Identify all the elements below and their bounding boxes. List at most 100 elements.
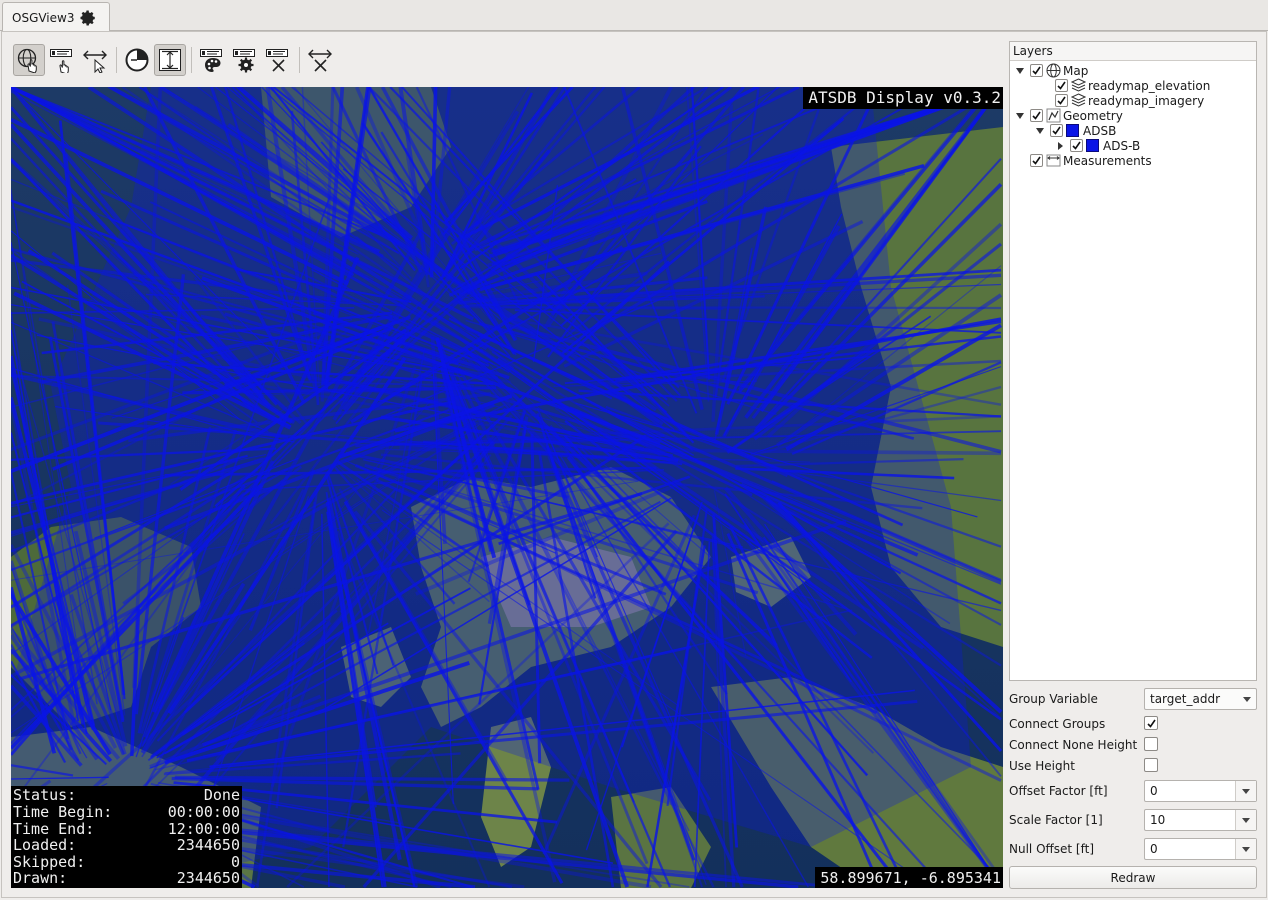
layers-icon: [1071, 93, 1086, 108]
offset-factor-input[interactable]: 0: [1144, 779, 1257, 802]
toolbar: [13, 44, 337, 76]
satellite-map[interactable]: [11, 87, 1003, 888]
status-row: Time End: 12:00:00: [13, 819, 240, 838]
null-offset-input[interactable]: 0: [1144, 837, 1257, 860]
gear-icon[interactable]: [79, 9, 97, 27]
collapsed-arrow-icon[interactable]: [1055, 141, 1065, 151]
offset-factor-row: Offset Factor [ft] 0: [1009, 779, 1257, 802]
settings-button[interactable]: [229, 44, 261, 76]
use-height-checkbox[interactable]: [1144, 758, 1158, 772]
cursor-coordinates: 58.899671, -6.895341: [815, 867, 1003, 888]
clear-label-icon: [266, 49, 288, 72]
expand-arrow-icon[interactable]: [1015, 66, 1025, 76]
tree-item-readymap-elevation[interactable]: readymap_elevation: [1055, 78, 1210, 93]
tree-item-measurements[interactable]: Measurements: [1030, 153, 1152, 168]
tree-item-label: Measurements: [1063, 153, 1152, 168]
measure-cursor-icon: [83, 50, 107, 73]
redraw-button[interactable]: Redraw: [1009, 866, 1257, 889]
status-row: Skipped: 0: [13, 852, 240, 871]
connect-none-height-label: Connect None Height: [1009, 737, 1138, 752]
checkbox-adsb[interactable]: [1050, 124, 1063, 137]
toolbar-separator: [116, 47, 117, 73]
globe-icon: [1046, 63, 1061, 78]
style-button[interactable]: [196, 44, 228, 76]
connect-none-height-row: Connect None Height: [1009, 733, 1257, 756]
tab-label: OSGView3: [12, 10, 75, 25]
geometry-icon: [1046, 108, 1061, 123]
connect-groups-row: Connect Groups: [1009, 712, 1257, 735]
connect-groups-checkbox[interactable]: [1144, 716, 1158, 730]
null-offset-row: Null Offset [ft] 0: [1009, 837, 1257, 860]
chevron-down-icon: [1243, 696, 1251, 702]
connect-none-height-checkbox[interactable]: [1144, 737, 1158, 751]
group-variable-select[interactable]: target_addr: [1144, 687, 1257, 710]
navigate-button[interactable]: [13, 44, 45, 76]
chevron-down-icon: [1242, 846, 1250, 852]
layers-header: Layers: [1010, 42, 1256, 61]
clear-labels-button[interactable]: [262, 44, 294, 76]
tree-item-geometry[interactable]: Geometry: [1015, 108, 1123, 123]
tree-item-ads-b[interactable]: ADS-B: [1055, 138, 1140, 153]
status-row: Loaded: 2344650: [13, 836, 240, 855]
scale-factor-label: Scale Factor [1]: [1009, 812, 1103, 827]
map-viewport[interactable]: ATSDB Display v0.3.2 58.899671, -6.89534…: [11, 87, 1003, 888]
expand-arrow-icon[interactable]: [1015, 111, 1025, 121]
spin-down-button[interactable]: [1235, 838, 1256, 859]
checkbox-ads-b[interactable]: [1070, 139, 1083, 152]
status-row: Drawn: 2344650: [13, 869, 240, 888]
status-row: Time Begin: 00:00:00: [13, 803, 240, 822]
chevron-down-icon: [1242, 817, 1250, 823]
tree-item-adsb[interactable]: ADSB: [1035, 123, 1116, 138]
color-swatch: [1066, 124, 1079, 137]
time-filter-button[interactable]: [121, 44, 153, 76]
tree-item-label: ADS-B: [1103, 138, 1141, 153]
spin-down-button[interactable]: [1235, 780, 1256, 801]
checkbox-elevation[interactable]: [1055, 79, 1068, 92]
tree-item-label: Geometry: [1063, 108, 1123, 123]
track-line: [502, 306, 1002, 310]
height-toggle-button[interactable]: [154, 44, 186, 76]
checkbox-measurements[interactable]: [1030, 154, 1043, 167]
scale-factor-row: Scale Factor [1] 10: [1009, 808, 1257, 831]
gear-icon: [233, 49, 255, 73]
chevron-down-icon: [1242, 788, 1250, 794]
tree-item-label: ADSB: [1083, 123, 1117, 138]
clear-measure-icon: [308, 49, 332, 72]
spin-down-button[interactable]: [1235, 809, 1256, 830]
expand-arrow-icon[interactable]: [1035, 126, 1045, 136]
toolbar-separator: [191, 47, 192, 73]
tab-bar: OSGView3: [0, 0, 1268, 32]
connect-groups-label: Connect Groups: [1009, 716, 1106, 731]
null-offset-label: Null Offset [ft]: [1009, 841, 1095, 856]
offset-factor-label: Offset Factor [ft]: [1009, 783, 1108, 798]
globe-hand-icon: [17, 48, 37, 73]
tree-item-label: readymap_imagery: [1088, 93, 1205, 108]
layers-icon: [1071, 78, 1086, 93]
status-row: Status: Done: [13, 786, 240, 805]
group-variable-label: Group Variable: [1009, 691, 1098, 706]
label-hand-icon: [50, 49, 72, 73]
height-icon: [159, 49, 181, 71]
clear-measurements-button[interactable]: [304, 44, 336, 76]
tab-osgview3[interactable]: OSGView3: [2, 2, 110, 32]
tree-item-label: Map: [1063, 63, 1089, 78]
measure-button[interactable]: [79, 44, 111, 76]
checkbox-map[interactable]: [1030, 64, 1043, 77]
checkbox-imagery[interactable]: [1055, 94, 1068, 107]
palette-icon: [200, 49, 222, 72]
tree-item-readymap-imagery[interactable]: readymap_imagery: [1055, 93, 1204, 108]
use-height-row: Use Height: [1009, 754, 1257, 777]
tree-item-map[interactable]: Map: [1015, 63, 1088, 78]
checkbox-geometry[interactable]: [1030, 109, 1043, 122]
tree-item-label: readymap_elevation: [1088, 78, 1211, 93]
color-swatch: [1086, 139, 1099, 152]
status-overlay: Status: Done Time Begin: 00:00:00 Time End…: [11, 786, 242, 888]
layers-tree[interactable]: Layers Map readymap_elevation readymap_i…: [1009, 41, 1257, 681]
use-height-label: Use Height: [1009, 758, 1075, 773]
display-title: ATSDB Display v0.3.2: [803, 87, 1003, 109]
group-variable-row: Group Variable target_addr: [1009, 687, 1257, 710]
ruler-icon: [1046, 153, 1061, 168]
label-button[interactable]: [46, 44, 78, 76]
scale-factor-input[interactable]: 10: [1144, 808, 1257, 831]
clock-icon: [125, 48, 149, 72]
